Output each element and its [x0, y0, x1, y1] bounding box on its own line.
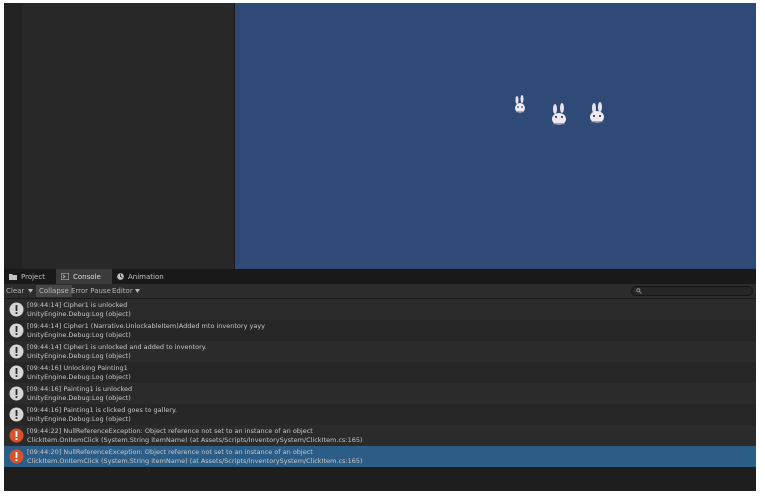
log-message: [09:44:14] Cipher1 (Narrative.Unlockable… — [27, 322, 266, 330]
log-entry-error-selected[interactable]: [09:44:20] NullReferenceException: Objec… — [4, 446, 756, 467]
log-stacktrace: UnityEngine.Debug:Log (object) — [27, 372, 131, 381]
animation-icon — [117, 273, 124, 280]
log-stacktrace: UnityEngine.Debug:Log (object) — [27, 330, 131, 339]
console-search-input[interactable] — [631, 286, 753, 296]
tab-console[interactable]: Console — [56, 269, 112, 284]
info-message-icon — [9, 407, 24, 422]
bunny-sprite-1[interactable] — [513, 95, 527, 115]
log-message: [09:44:14] Cipher1 is unlocked and added… — [27, 343, 207, 351]
tab-animation[interactable]: Animation — [112, 269, 176, 284]
log-message: [09:44:16] Painting1 is clicked goes to … — [27, 406, 177, 414]
error-icon — [9, 428, 24, 443]
console-log-list: [09:44:14] Cipher1 is unlocked UnityEngi… — [4, 299, 756, 467]
log-stacktrace: UnityEngine.Debug:Log (object) — [27, 351, 131, 360]
panel-tabbar: Project Console Animation — [4, 269, 756, 284]
log-entry[interactable]: [09:44:16] Painting1 is clicked goes to … — [4, 404, 756, 425]
scene-view[interactable] — [235, 3, 756, 269]
log-stacktrace: UnityEngine.Debug:Log (object) — [27, 414, 131, 423]
collapse-toggle[interactable]: Collapse — [36, 285, 72, 297]
editor-label: Editor — [112, 287, 133, 295]
console-toolbar: Clear Collapse Error Pause Editor — [4, 284, 756, 299]
editor-dropdown[interactable]: Editor — [112, 284, 140, 298]
log-message: [09:44:14] Cipher1 is unlocked — [27, 301, 128, 309]
info-message-icon — [9, 344, 24, 359]
chevron-down-icon — [134, 289, 140, 293]
editor-window: Project Console Animation Clear Collapse… — [4, 3, 756, 491]
log-stacktrace: ClickItem.OnItemClick (System.String ite… — [27, 456, 363, 465]
search-icon — [636, 288, 642, 294]
error-icon — [9, 449, 24, 464]
clear-button[interactable]: Clear — [6, 284, 24, 298]
folder-icon — [9, 273, 17, 280]
log-message: [09:44:16] Painting1 is unlocked — [27, 385, 133, 393]
tab-project-label: Project — [21, 272, 45, 281]
bunny-sprite-3[interactable] — [587, 102, 607, 124]
clear-options-dropdown[interactable] — [28, 284, 33, 298]
log-stacktrace: UnityEngine.Debug:Log (object) — [27, 393, 131, 402]
log-entry-error[interactable]: [09:44:22] NullReferenceException: Objec… — [4, 425, 756, 446]
tab-console-label: Console — [73, 272, 101, 281]
chevron-down-icon — [28, 289, 33, 293]
tab-animation-label: Animation — [128, 272, 164, 281]
error-pause-toggle[interactable]: Error Pause — [71, 284, 111, 298]
log-message: [09:44:22] NullReferenceException: Objec… — [27, 427, 313, 435]
info-message-icon — [9, 302, 24, 317]
log-stacktrace: UnityEngine.Debug:Log (object) — [27, 309, 131, 318]
log-entry[interactable]: [09:44:14] Cipher1 is unlocked and added… — [4, 341, 756, 362]
clear-label: Clear — [6, 287, 25, 295]
hierarchy-panel — [4, 3, 234, 269]
log-entry[interactable]: [09:44:16] Painting1 is unlocked UnityEn… — [4, 383, 756, 404]
collapse-label: Collapse — [39, 287, 69, 295]
log-stacktrace: ClickItem.OnItemClick (System.String ite… — [27, 435, 363, 444]
log-entry[interactable]: [09:44:16] Unlocking Painting1 UnityEngi… — [4, 362, 756, 383]
log-entry[interactable]: [09:44:14] Cipher1 is unlocked UnityEngi… — [4, 299, 756, 320]
info-message-icon — [9, 323, 24, 338]
info-message-icon — [9, 386, 24, 401]
info-message-icon — [9, 365, 24, 380]
log-message: [09:44:20] NullReferenceException: Objec… — [27, 448, 313, 456]
error-pause-label: Error Pause — [71, 287, 111, 295]
bottom-panel: Project Console Animation Clear Collapse… — [4, 269, 756, 491]
log-entry[interactable]: [09:44:14] Cipher1 (Narrative.Unlockable… — [4, 320, 756, 341]
console-icon — [61, 273, 69, 280]
log-message: [09:44:16] Unlocking Painting1 — [27, 364, 128, 372]
hierarchy-strip — [4, 3, 22, 269]
tab-project[interactable]: Project — [4, 269, 56, 284]
bunny-sprite-2[interactable] — [549, 103, 569, 127]
